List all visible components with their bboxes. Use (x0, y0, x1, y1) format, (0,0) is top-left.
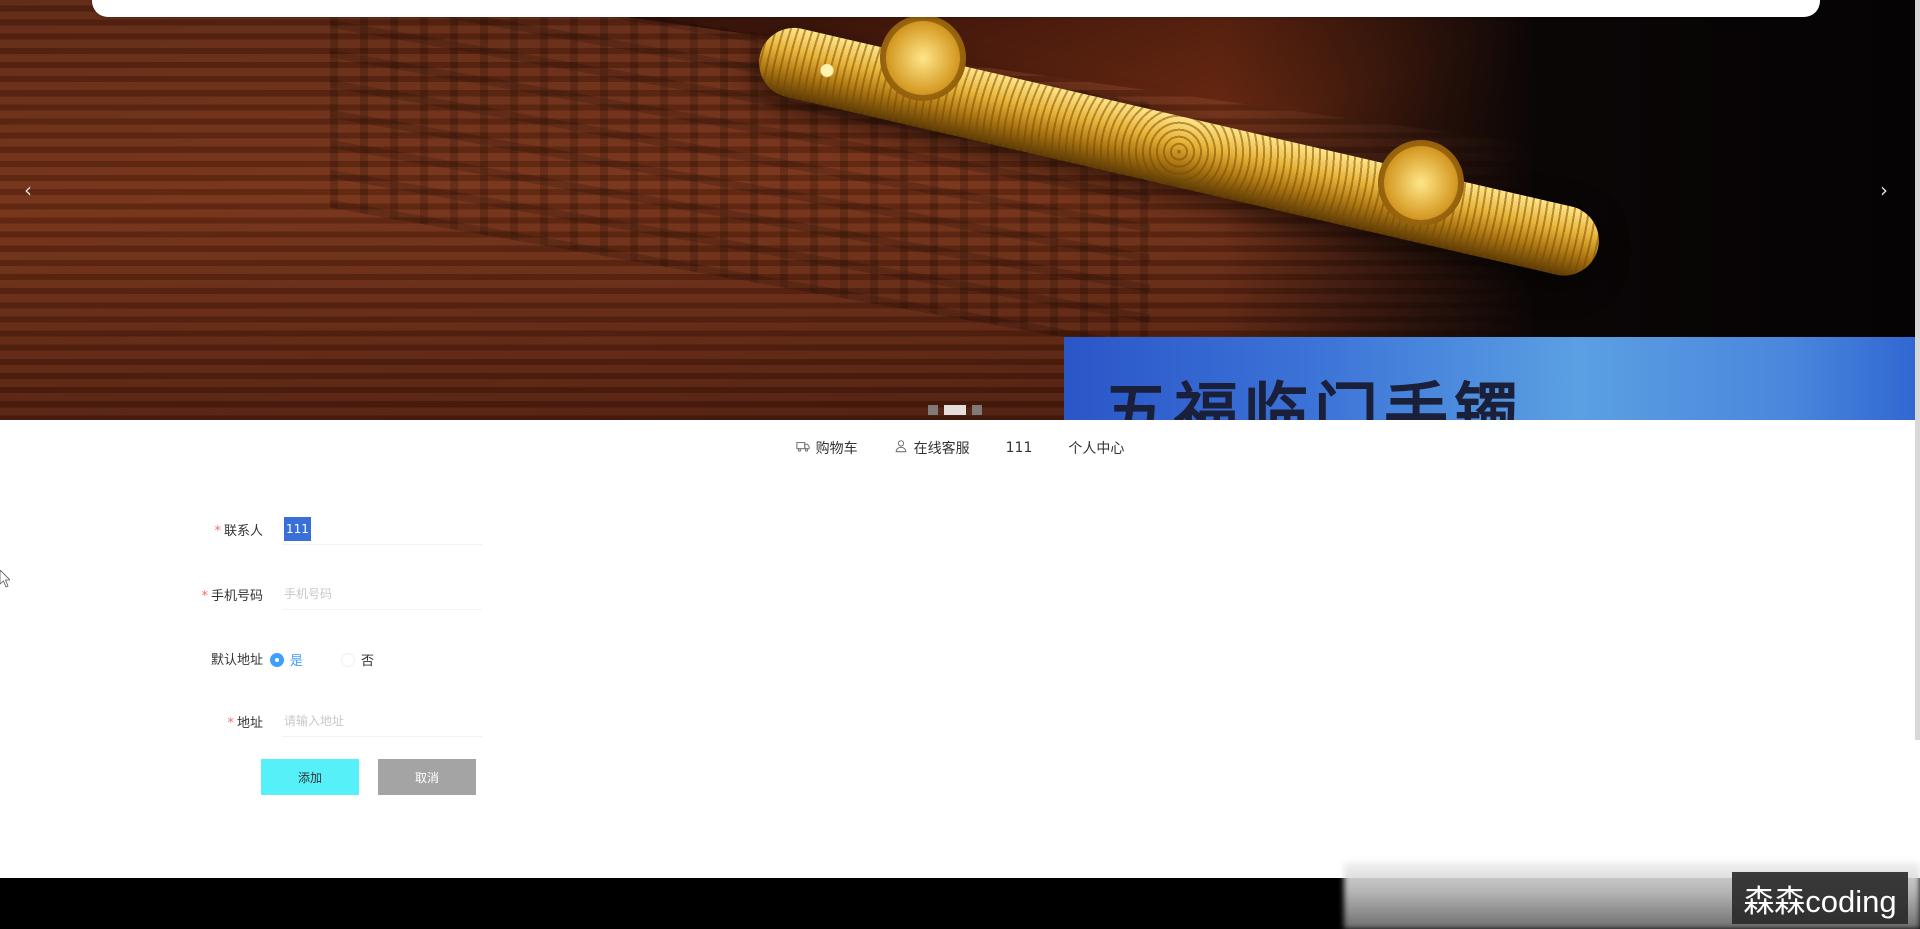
nav-cart[interactable]: 购物车 (795, 438, 858, 458)
nav-profile[interactable]: 个人中心 (1068, 438, 1124, 458)
carousel-prev-button[interactable]: ‹ (18, 178, 38, 202)
add-button[interactable]: 添加 (261, 759, 359, 795)
form-row-default-address: 默认地址 (0, 638, 263, 678)
mouse-cursor-icon (0, 570, 10, 588)
watermark: 森森coding (1732, 872, 1908, 924)
carousel-next-button[interactable]: › (1874, 178, 1894, 202)
form-row-contact: * 联系人 (0, 509, 263, 549)
contact-input[interactable]: 111 (282, 513, 482, 545)
radio-yes[interactable] (270, 652, 284, 667)
truck-icon (795, 439, 810, 457)
carousel-dot-2[interactable] (944, 405, 966, 415)
address-label: * 地址 (227, 715, 263, 731)
user-icon (894, 439, 908, 457)
chevron-right-icon: › (1880, 178, 1888, 202)
radio-no[interactable] (341, 652, 356, 667)
form-row-address: * 地址 (0, 701, 263, 741)
carousel-dot-1[interactable] (928, 405, 938, 415)
nav-service-label: 在线客服 (913, 441, 970, 457)
radio-yes-label[interactable]: 是 (290, 650, 303, 669)
chevron-left-icon: ‹ (24, 178, 32, 202)
page-scrollbar[interactable] (1915, 0, 1920, 740)
phone-placeholder: 手机号码 (284, 587, 333, 601)
nav-profile-label: 个人中心 (1068, 441, 1125, 457)
contact-value: 111 (284, 516, 311, 541)
phone-label: * 手机号码 (201, 588, 263, 604)
address-placeholder: 请输入地址 (284, 714, 345, 728)
banner-coin (1378, 140, 1464, 226)
contact-label: * 联系人 (214, 523, 263, 539)
address-input[interactable]: 请输入地址 (282, 705, 482, 737)
main-nav: 购物车 在线客服 111 个人中心 (0, 420, 1920, 476)
form-row-phone: * 手机号码 (0, 574, 263, 614)
carousel-indicators (928, 405, 982, 415)
nav-online-service[interactable]: 在线客服 (894, 438, 970, 458)
default-address-label: 默认地址 (210, 652, 263, 668)
phone-input[interactable]: 手机号码 (282, 578, 482, 610)
banner-carousel: 五福临门手镯 ‹ › (0, 0, 1920, 420)
cancel-button[interactable]: 取消 (378, 759, 476, 795)
top-header-bar (92, 0, 1820, 17)
nav-username[interactable]: 111 (1006, 440, 1033, 456)
banner-coin (880, 15, 966, 101)
banner-promo-text: 五福临门手镯 (1104, 377, 1524, 420)
nav-username-label: 111 (1005, 440, 1033, 456)
carousel-dot-3[interactable] (972, 405, 982, 415)
radio-no-label[interactable]: 否 (361, 650, 374, 669)
page: 五福临门手镯 ‹ › 购物车 在线客服 111 个人中心 * 联系人 111 *… (0, 0, 1920, 929)
nav-cart-label: 购物车 (815, 441, 858, 457)
default-address-radio-group: 是 否 (270, 650, 374, 669)
